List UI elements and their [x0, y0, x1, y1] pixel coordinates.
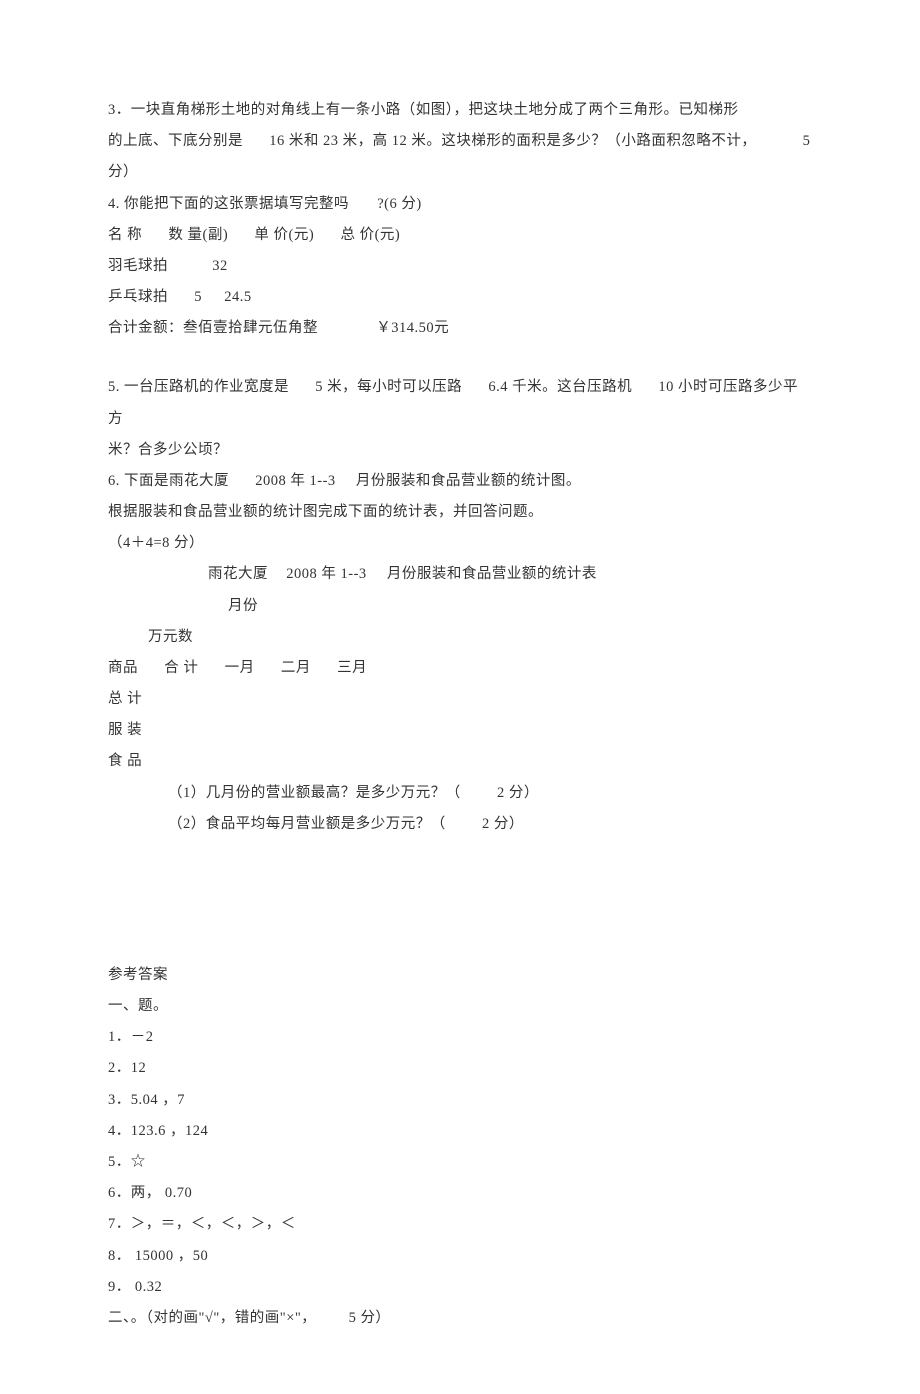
q4-h1: 名 称 [108, 227, 142, 243]
q4-h3: 单 价(元) [254, 227, 314, 243]
q6-line1: 6. 下面是雨花大厦 2008 年 1--3 月份服装和食品营业额的统计图。 [108, 466, 812, 497]
ans-s2b: 5 分） [349, 1310, 391, 1326]
q5-line2: 米？合多少公顷？ [108, 435, 812, 466]
q3-line2: 的上底、下底分别是 16 米和 23 米，高 12 米。这块梯形的面积是多少？（… [108, 126, 812, 157]
q3-l2c: 5 [803, 133, 811, 149]
q4-r1-qty: 32 [212, 258, 228, 274]
q4-r1-name: 羽毛球拍 [108, 258, 168, 274]
q3-line1: 3．一块直角梯形土地的对角线上有一条小路（如图），把这块土地分成了两个三角形。已… [108, 95, 812, 126]
q4-r2-price: 24.5 [224, 289, 251, 305]
q6-row-food: 食 品 [108, 746, 812, 777]
q6-tt-b: 2008 年 1--3 [286, 566, 366, 582]
q6-l1b: 2008 年 1--3 [255, 473, 335, 489]
q6-l1a: 6. 下面是雨花大厦 [108, 473, 229, 489]
q6-hc1: 商品 [108, 660, 138, 676]
q6-s1a: （1）几月份的营业额最高？是多少万元？（ [168, 785, 461, 801]
q6-l1c: 月份服装和食品营业额的统计图。 [356, 473, 581, 489]
q6-s1b: 2 分） [497, 785, 539, 801]
q3-l2b: 16 米和 23 米，高 12 米。这块梯形的面积是多少？（小路面积忽略不计， [269, 133, 756, 149]
q6-tt-c: 月份服装和食品营业额的统计表 [387, 566, 597, 582]
q4-r2-name: 乒乓球拍 [108, 289, 168, 305]
q4-l1a: 4. 你能把下面的这张票据填写完整吗 [108, 196, 349, 212]
ans-5: 5．☆ [108, 1147, 812, 1178]
ans-2: 2．12 [108, 1053, 812, 1084]
q4-h2: 数 量(副) [168, 227, 228, 243]
q5-line1: 5. 一台压路机的作业宽度是 5 米，每小时可以压路 6.4 千米。这台压路机 … [108, 372, 812, 434]
q4-total-label: 合计金额：叁佰壹拾肆元伍角整 [108, 320, 318, 336]
ans-7: 7．＞，＝，＜，＜，＞，＜ [108, 1209, 812, 1240]
q6-tt-a: 雨花大厦 [208, 566, 268, 582]
q4-header: 名 称 数 量(副) 单 价(元) 总 价(元) [108, 220, 812, 251]
q6-sub1: （1）几月份的营业额最高？是多少万元？（ 2 分） [108, 778, 812, 809]
ans-9: 9． 0.32 [108, 1272, 812, 1303]
q4-h4: 总 价(元) [340, 227, 400, 243]
q6-s2b: 2 分） [482, 816, 524, 832]
q6-row-clothes: 服 装 [108, 715, 812, 746]
q6-col-amount: 万元数 [108, 622, 812, 653]
q4-l1b: ?(6 分) [377, 196, 421, 212]
q3-l2a: 的上底、下底分别是 [108, 133, 243, 149]
q6-table-title: 雨花大厦 2008 年 1--3 月份服装和食品营业额的统计表 [108, 559, 812, 590]
q6-s2a: （2）食品平均每月营业额是多少万元？（ [168, 816, 446, 832]
ans-title: 参考答案 [108, 960, 812, 991]
q6-row-total: 总 计 [108, 684, 812, 715]
ans-3: 3．5.04 ，7 [108, 1085, 812, 1116]
ans-sect1: 一、题。 [108, 991, 812, 1022]
q5-l1a: 5. 一台压路机的作业宽度是 [108, 379, 289, 395]
q6-line3: （4＋4=8 分） [108, 528, 812, 559]
question-4: 4. 你能把下面的这张票据填写完整吗 ?(6 分) 名 称 数 量(副) 单 价… [108, 189, 812, 345]
q5-l1b: 5 米，每小时可以压路 [315, 379, 462, 395]
ans-4: 4．123.6 ，124 [108, 1116, 812, 1147]
q6-header: 商品 合 计 一月 二月 三月 [108, 653, 812, 684]
ans-sect2: 二、。（对的画"√"，错的画"×"， 5 分） [108, 1303, 812, 1334]
ans-1: 1．－2 [108, 1022, 812, 1053]
q6-sub2: （2）食品平均每月营业额是多少万元？（ 2 分） [108, 809, 812, 840]
q6-col-month: 月份 [108, 591, 812, 622]
q6-line2: 根据服装和食品营业额的统计图完成下面的统计表，并回答问题。 [108, 497, 812, 528]
q6-hc4: 二月 [281, 660, 311, 676]
q4-line1: 4. 你能把下面的这张票据填写完整吗 ?(6 分) [108, 189, 812, 220]
ans-6: 6．两， 0.70 [108, 1178, 812, 1209]
q6-hc3: 一月 [225, 660, 255, 676]
q4-total: 合计金额：叁佰壹拾肆元伍角整 ￥314.50元 [108, 313, 812, 344]
q6-hc5: 三月 [337, 660, 367, 676]
q4-r2-qty: 5 [194, 289, 202, 305]
q4-row1: 羽毛球拍 32 [108, 251, 812, 282]
question-3: 3．一块直角梯形土地的对角线上有一条小路（如图），把这块土地分成了两个三角形。已… [108, 95, 812, 189]
question-6: 6. 下面是雨花大厦 2008 年 1--3 月份服装和食品营业额的统计图。 根… [108, 466, 812, 840]
ans-8: 8． 15000 ，50 [108, 1241, 812, 1272]
q3-line3: 分） [108, 157, 812, 188]
q4-total-amount: ￥314.50元 [376, 320, 449, 336]
q4-row2: 乒乓球拍 5 24.5 [108, 282, 812, 313]
ans-s2a: 二、。（对的画"√"，错的画"×"， [108, 1310, 316, 1326]
q5-l1c: 6.4 千米。这台压路机 [488, 379, 632, 395]
answers-section: 参考答案 一、题。 1．－2 2．12 3．5.04 ，7 4．123.6 ，1… [108, 960, 812, 1334]
question-5: 5. 一台压路机的作业宽度是 5 米，每小时可以压路 6.4 千米。这台压路机 … [108, 372, 812, 466]
q6-hc2: 合 计 [164, 660, 198, 676]
